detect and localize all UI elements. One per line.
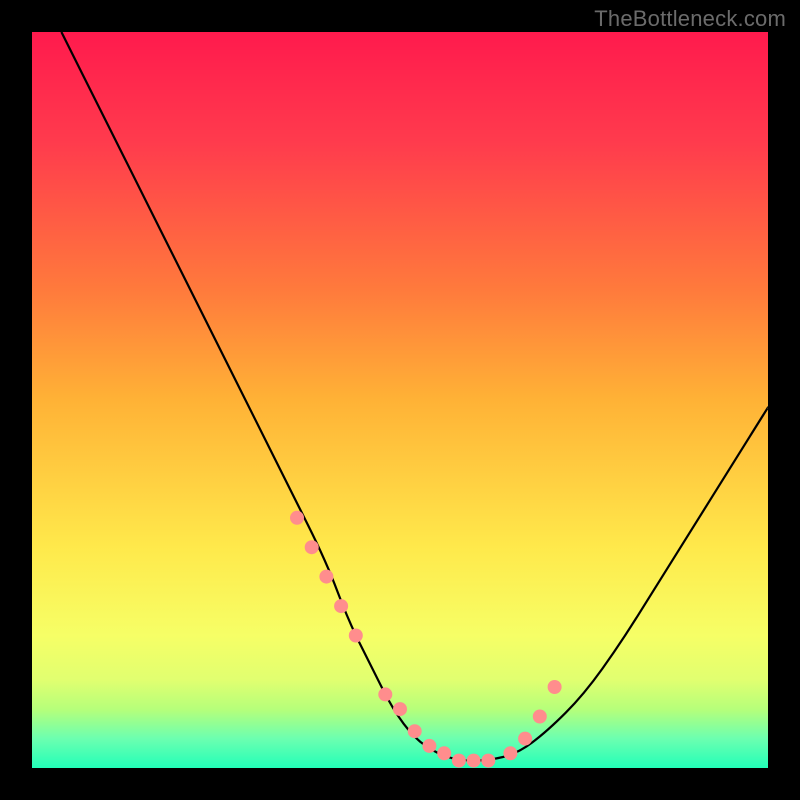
highlight-dot (349, 629, 363, 643)
highlight-dot (290, 511, 304, 525)
highlight-dot (503, 746, 517, 760)
highlight-dot (533, 710, 547, 724)
highlight-dot (481, 754, 495, 768)
highlight-dot (319, 570, 333, 584)
highlight-dot (437, 746, 451, 760)
curve-svg (32, 32, 768, 768)
highlight-dot (334, 599, 348, 613)
highlight-dot (393, 702, 407, 716)
highlight-dot (305, 540, 319, 554)
highlight-dot (422, 739, 436, 753)
highlight-dot (548, 680, 562, 694)
bottleneck-curve (61, 32, 768, 761)
highlight-dots (290, 511, 562, 768)
highlight-dot (452, 754, 466, 768)
highlight-dot (467, 754, 481, 768)
highlight-dot (518, 732, 532, 746)
highlight-dot (378, 687, 392, 701)
highlight-dot (408, 724, 422, 738)
chart-frame: TheBottleneck.com (0, 0, 800, 800)
plot-area (32, 32, 768, 768)
watermark-text: TheBottleneck.com (594, 6, 786, 32)
